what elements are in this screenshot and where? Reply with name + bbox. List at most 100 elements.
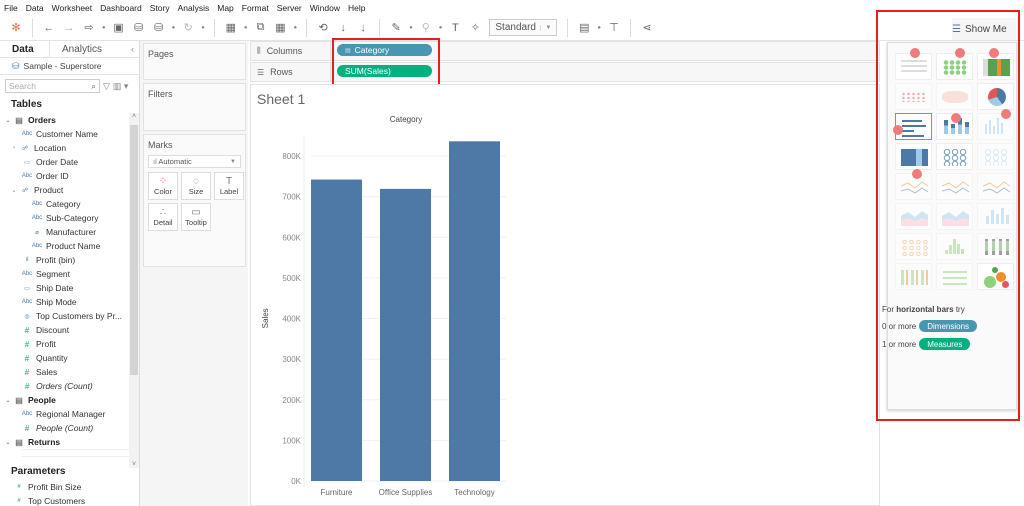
duplicate-icon[interactable]: ⧉ bbox=[253, 20, 269, 36]
show-me-box-and-whisker[interactable] bbox=[977, 233, 1014, 260]
field-item[interactable]: ▭ Order Date bbox=[0, 155, 139, 169]
filters-card[interactable]: Filters bbox=[143, 83, 246, 131]
label-button[interactable]: T Label bbox=[214, 172, 244, 200]
new-worksheet-dropdown[interactable]: ● bbox=[244, 25, 248, 31]
group-dropdown[interactable]: ● bbox=[439, 25, 443, 31]
table-item[interactable]: ⌄ ▤ Orders bbox=[0, 113, 139, 127]
menu-server[interactable]: Server bbox=[277, 3, 302, 13]
pin-icon[interactable]: ✧ bbox=[467, 20, 483, 36]
view-options-icon[interactable]: ▥ ▾ bbox=[113, 81, 129, 92]
save-icon[interactable]: ▣ bbox=[111, 20, 127, 36]
mark-type-select[interactable]: ıl Automatic ▼ bbox=[148, 155, 241, 168]
show-me-bullet-graph[interactable] bbox=[936, 263, 973, 290]
show-me-histogram[interactable] bbox=[936, 233, 973, 260]
field-item[interactable]: ⌄ ☍ Product bbox=[0, 183, 139, 197]
field-item[interactable]: # Quantity bbox=[0, 351, 139, 365]
show-me-heat-map[interactable] bbox=[936, 53, 973, 80]
tab-analytics[interactable]: Analytics bbox=[50, 41, 114, 58]
presentation-icon[interactable]: ⊤ bbox=[606, 20, 622, 36]
size-button[interactable]: ◌ Size bbox=[181, 172, 211, 200]
scroll-up-icon[interactable]: ˄ bbox=[129, 113, 139, 120]
datasource-item[interactable]: ⛁ Sample - Superstore bbox=[0, 58, 139, 75]
tab-data[interactable]: Data bbox=[0, 40, 50, 58]
field-item[interactable]: ıl Profit (bin) bbox=[0, 253, 139, 267]
fit-select[interactable]: Standard ▼ bbox=[489, 19, 558, 36]
field-item[interactable]: Abc Product Name bbox=[0, 239, 139, 253]
pause-updates-icon[interactable]: ⛁ bbox=[151, 20, 167, 36]
collapse-pane-icon[interactable]: ‹ bbox=[131, 44, 134, 54]
show-me-symbol-map[interactable] bbox=[895, 83, 932, 110]
search-input[interactable]: Search ⌕ bbox=[5, 79, 100, 93]
show-me-dual-lines[interactable] bbox=[977, 173, 1014, 200]
menu-map[interactable]: Map bbox=[217, 3, 234, 13]
field-item[interactable]: ⌀ Manufacturer bbox=[0, 225, 139, 239]
menu-window[interactable]: Window bbox=[310, 3, 340, 13]
sort-asc-icon[interactable]: ↓ bbox=[335, 20, 351, 36]
show-me-packed-bubbles[interactable] bbox=[977, 263, 1014, 290]
field-item[interactable]: › ☍ Location bbox=[0, 141, 139, 155]
field-item[interactable]: # Orders (Count) bbox=[0, 379, 139, 393]
menu-data[interactable]: Data bbox=[26, 3, 44, 13]
swap-icon[interactable]: ⟲ bbox=[315, 20, 331, 36]
labels-icon[interactable]: T bbox=[447, 20, 463, 36]
highlight-dropdown[interactable]: ● bbox=[409, 25, 413, 31]
menu-dashboard[interactable]: Dashboard bbox=[100, 3, 142, 13]
tableau-logo-icon[interactable]: ✻ bbox=[8, 20, 24, 36]
scrollbar-thumb[interactable] bbox=[130, 125, 138, 375]
field-item[interactable]: Abc Category bbox=[0, 197, 139, 211]
menu-format[interactable]: Format bbox=[242, 3, 269, 13]
clear-sheet-icon[interactable]: ▦ bbox=[273, 20, 289, 36]
cards-dropdown[interactable]: ● bbox=[597, 25, 601, 31]
chevron-down-icon[interactable]: ⌄ bbox=[10, 187, 18, 194]
menu-file[interactable]: File bbox=[4, 3, 18, 13]
show-me-scatter-plot[interactable] bbox=[895, 233, 932, 260]
field-item[interactable]: Abc Regional Manager bbox=[0, 407, 139, 421]
refresh-dropdown[interactable]: ● bbox=[201, 25, 205, 31]
pause-dropdown[interactable]: ● bbox=[172, 25, 176, 31]
table-item[interactable]: ⌄ ▤ Returns bbox=[0, 435, 139, 449]
replay-icon[interactable]: ⇨ bbox=[81, 20, 97, 36]
show-me-circle-views[interactable] bbox=[936, 143, 973, 170]
group-icon[interactable]: ⚲ bbox=[418, 20, 434, 36]
field-item[interactable]: # Discount bbox=[0, 323, 139, 337]
menu-worksheet[interactable]: Worksheet bbox=[52, 3, 92, 13]
detail-button[interactable]: ∴ Detail bbox=[148, 203, 178, 231]
sort-desc-icon[interactable]: ↓ bbox=[355, 20, 371, 36]
show-me-pie-chart[interactable] bbox=[977, 83, 1014, 110]
replay-dropdown[interactable]: ● bbox=[102, 25, 106, 31]
field-item[interactable]: # Sales bbox=[0, 365, 139, 379]
field-item[interactable]: Abc Order ID bbox=[0, 169, 139, 183]
parameter-item[interactable]: # Profit Bin Size bbox=[0, 480, 140, 494]
show-me-side-by-side-circles[interactable] bbox=[977, 143, 1014, 170]
field-list-scrollbar[interactable]: ˄ ˅ bbox=[129, 113, 139, 468]
menu-story[interactable]: Story bbox=[150, 3, 170, 13]
show-cards-icon[interactable]: ▤ bbox=[576, 20, 592, 36]
field-item[interactable]: ◎ Top Customers by Pr... bbox=[0, 309, 139, 323]
show-me-treemap[interactable] bbox=[895, 143, 932, 170]
field-item[interactable]: ▭ Ship Date bbox=[0, 281, 139, 295]
menu-analysis[interactable]: Analysis bbox=[178, 3, 210, 13]
chevron-down-icon[interactable]: ⌄ bbox=[4, 117, 12, 124]
filter-icon[interactable]: ▽ bbox=[103, 81, 110, 92]
new-datasource-icon[interactable]: ⛁ bbox=[131, 20, 147, 36]
share-icon[interactable]: ⋖ bbox=[639, 20, 655, 36]
chevron-right-icon[interactable]: › bbox=[10, 145, 18, 151]
show-me-area-continuous[interactable] bbox=[895, 203, 932, 230]
show-me-lines-discrete[interactable] bbox=[936, 173, 973, 200]
tooltip-button[interactable]: ▭ Tooltip bbox=[181, 203, 211, 231]
parameter-item[interactable]: # Top Customers bbox=[0, 494, 140, 506]
pages-card[interactable]: Pages bbox=[143, 43, 246, 80]
new-worksheet-icon[interactable]: ▦ bbox=[223, 20, 239, 36]
field-item[interactable]: Abc Segment bbox=[0, 267, 139, 281]
color-button[interactable]: ⁘ Color bbox=[148, 172, 178, 200]
field-item[interactable]: Abc Sub-Category bbox=[0, 211, 139, 225]
show-me-gantt-chart[interactable] bbox=[895, 263, 932, 290]
show-me-tab[interactable]: ☰ Show Me bbox=[952, 18, 1016, 40]
show-me-filled-map[interactable] bbox=[936, 83, 973, 110]
highlight-icon[interactable]: ✎ bbox=[388, 20, 404, 36]
field-item[interactable]: Abc Customer Name bbox=[0, 127, 139, 141]
chevron-down-icon[interactable]: ⌄ bbox=[4, 397, 12, 404]
refresh-icon[interactable]: ↻ bbox=[180, 20, 196, 36]
show-me-area-discrete[interactable] bbox=[936, 203, 973, 230]
field-item[interactable]: # People (Count) bbox=[0, 421, 139, 435]
